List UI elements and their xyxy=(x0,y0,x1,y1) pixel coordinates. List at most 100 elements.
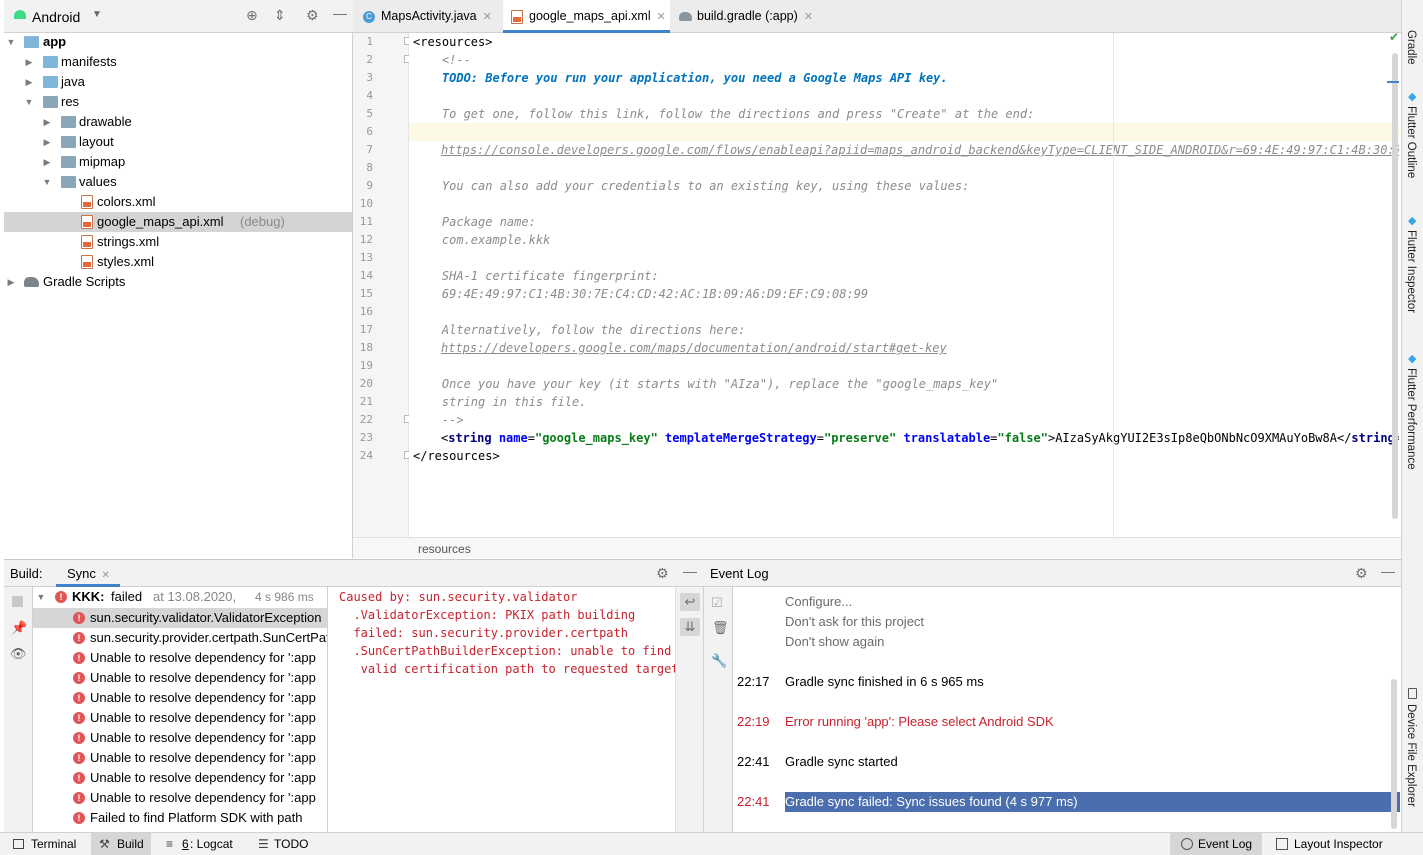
gear-icon[interactable]: ⚙ xyxy=(306,7,319,24)
code-line-link[interactable]: https://console.developers.google.com/fl… xyxy=(441,141,1399,159)
tree-item-label: google_maps_api.xml xyxy=(97,214,224,229)
tool-window-flutter-inspector[interactable]: Flutter Inspector xyxy=(1405,230,1417,313)
minimize-icon[interactable]: — xyxy=(683,563,697,579)
view-selector[interactable]: Android xyxy=(32,9,80,25)
mark-read-icon[interactable]: ☑ xyxy=(711,596,723,610)
tool-window-flutter-performance[interactable]: Flutter Performance xyxy=(1405,368,1417,470)
tree-item-colors-xml[interactable]: colors.xml xyxy=(4,192,352,212)
minimize-icon[interactable]: — xyxy=(1381,563,1395,579)
close-icon[interactable]: ✕ xyxy=(804,11,813,23)
build-issue-row[interactable]: ! sun.security.provider.certpath.SunCert… xyxy=(33,628,327,648)
breadcrumb-item[interactable]: resources xyxy=(418,542,471,556)
minimize-icon[interactable]: — xyxy=(333,5,347,21)
todo-button[interactable]: ☰ TODO xyxy=(252,833,322,855)
locate-icon[interactable]: ⊕ xyxy=(246,7,258,24)
editor-scrollbar[interactable] xyxy=(1392,53,1398,519)
chevron-right-icon[interactable]: ▶ xyxy=(42,112,52,132)
event-link[interactable]: Configure... xyxy=(785,592,852,612)
build-issue-row[interactable]: ! Unable to resolve dependency for ':app xyxy=(33,688,327,708)
tree-item-strings-xml[interactable]: strings.xml xyxy=(4,232,352,252)
build-issue-row[interactable]: ! Unable to resolve dependency for ':app xyxy=(33,768,327,788)
wrench-icon[interactable]: 🔧 xyxy=(711,654,727,668)
stop-icon[interactable] xyxy=(12,596,23,607)
tool-window-flutter-outline[interactable]: Flutter Outline xyxy=(1405,106,1417,178)
error-icon: ! xyxy=(73,632,85,644)
line-number: 23 xyxy=(359,431,373,444)
tree-item-manifests[interactable]: ▶ manifests xyxy=(4,52,352,72)
code-line: --> xyxy=(413,413,464,427)
chevron-down-icon[interactable]: ▼ xyxy=(92,9,102,20)
pin-icon[interactable]: 📌 xyxy=(11,621,27,635)
eye-icon[interactable]: 👁 xyxy=(10,647,27,661)
tree-item-mipmap[interactable]: ▶ mipmap xyxy=(4,152,352,172)
gear-icon[interactable]: ⚙ xyxy=(656,565,669,582)
xml-text: >AIzaSyAkgYUI2E3sIp8eQbONbNcO9XMAuYoBw8A… xyxy=(1047,431,1352,445)
folder-icon xyxy=(61,116,76,128)
code-line-link[interactable]: https://developers.google.com/maps/docum… xyxy=(441,339,947,357)
close-icon[interactable]: ✕ xyxy=(102,570,110,581)
build-issue-label: Unable to resolve dependency for ':app xyxy=(90,650,316,665)
tree-item-label: mipmap xyxy=(79,154,126,169)
tab-google-maps-api-xml[interactable]: google_maps_api.xml ✕ xyxy=(503,0,670,33)
logcat-button[interactable]: ≡ 6 : Logcat xyxy=(160,833,250,855)
tab-maps-activity-java[interactable]: C MapsActivity.java ✕ xyxy=(355,0,501,33)
build-issue-row[interactable]: ! Unable to resolve dependency for ':app xyxy=(33,748,327,768)
tree-item-layout[interactable]: ▶ layout xyxy=(4,132,352,152)
line-number-gutter[interactable]: 1 2 3 4 5 6 7 8 9 10 11 12 13 14 15 16 1… xyxy=(353,33,430,537)
build-issue-row[interactable]: ! Unable to resolve dependency for ':app xyxy=(33,668,327,688)
event-log-body[interactable]: Configure... Don't ask for this project … xyxy=(733,587,1401,832)
tree-item-app[interactable]: ▼ app xyxy=(4,32,352,52)
event-log-button[interactable]: Event Log xyxy=(1170,833,1262,855)
chevron-down-icon[interactable]: ▼ xyxy=(24,92,34,112)
event-log-scrollbar[interactable] xyxy=(1391,679,1397,829)
event-link[interactable]: Don't ask for this project xyxy=(785,612,924,632)
build-message-pane[interactable]: Caused by: sun.security.validator .Valid… xyxy=(329,587,679,832)
tool-window-gradle[interactable]: Gradle xyxy=(1405,30,1417,65)
terminal-button[interactable]: Terminal xyxy=(0,833,88,855)
trash-icon[interactable]: 🗑 xyxy=(712,621,729,635)
collapse-all-icon[interactable]: ⇕ xyxy=(274,7,286,24)
tree-item-res[interactable]: ▼ res xyxy=(4,92,352,112)
build-issue-row[interactable]: ! Unable to resolve dependency for ':app xyxy=(33,788,327,808)
event-link[interactable]: Don't show again xyxy=(785,632,884,652)
close-icon[interactable]: ✕ xyxy=(657,11,666,23)
build-tree[interactable]: ▼ ! KKK: failed at 13.08.2020, 4 s 986 m… xyxy=(33,587,328,832)
tab-build-gradle[interactable]: build.gradle (:app) ✕ xyxy=(671,0,831,33)
chevron-down-icon[interactable]: ▼ xyxy=(36,587,46,607)
build-button[interactable]: ⚒ Build xyxy=(91,833,151,855)
tree-item-java[interactable]: ▶ java xyxy=(4,72,352,92)
tree-item-styles-xml[interactable]: styles.xml xyxy=(4,252,352,272)
build-root-row[interactable]: ▼ ! KKK: failed at 13.08.2020, 4 s 986 m… xyxy=(33,587,327,607)
event-text[interactable]: Gradle sync failed: Sync issues found (4… xyxy=(785,792,1078,812)
build-issue-row[interactable]: ! Failed to find Platform SDK with path xyxy=(33,808,327,828)
close-icon[interactable]: ✕ xyxy=(483,11,492,23)
chevron-down-icon[interactable]: ▼ xyxy=(42,172,52,192)
build-issue-row[interactable]: ! Unable to resolve dependency for ':app xyxy=(33,708,327,728)
tree-item-label: app xyxy=(43,34,67,49)
tree-item-gradle-scripts[interactable]: ▶ Gradle Scripts xyxy=(4,272,352,292)
tab-label: google_maps_api.xml xyxy=(529,9,651,23)
chevron-right-icon[interactable]: ▶ xyxy=(42,152,52,172)
build-issue-row[interactable]: ! Unable to resolve dependency for ':app xyxy=(33,728,327,748)
message-line: .ValidatorException: PKIX path building xyxy=(339,608,636,622)
breadcrumb: resources xyxy=(353,537,1401,558)
error-icon: ! xyxy=(73,712,85,724)
scroll-to-end-icon[interactable]: ⇊ xyxy=(680,618,700,636)
chevron-right-icon[interactable]: ▶ xyxy=(24,52,34,72)
soft-wrap-icon[interactable]: ↩ xyxy=(680,593,700,611)
chevron-right-icon[interactable]: ▶ xyxy=(42,132,52,152)
layout-inspector-button[interactable]: Layout Inspector xyxy=(1264,833,1401,855)
tree-item-values[interactable]: ▼ values xyxy=(4,172,352,192)
code-editor[interactable]: <resources> <!-- TODO: Before you run yo… xyxy=(409,33,1399,537)
tree-item-google-maps-api-xml[interactable]: google_maps_api.xml (debug) xyxy=(4,212,352,232)
tab-sync[interactable]: Sync ✕ xyxy=(56,560,120,587)
chevron-down-icon[interactable]: ▼ xyxy=(6,32,16,52)
tree-item-drawable[interactable]: ▶ drawable xyxy=(4,112,352,132)
gear-icon[interactable]: ⚙ xyxy=(1355,565,1368,582)
tool-window-device-file-explorer[interactable]: Device File Explorer xyxy=(1405,704,1417,807)
chevron-right-icon[interactable]: ▶ xyxy=(6,272,16,292)
build-issue-row[interactable]: ! Unable to resolve dependency for ':app xyxy=(33,648,327,668)
build-issue-row[interactable]: ! sun.security.validator.ValidatorExcept… xyxy=(33,608,327,628)
code-line-todo: TODO: Before you run your application, y… xyxy=(413,71,948,85)
chevron-right-icon[interactable]: ▶ xyxy=(24,72,34,92)
